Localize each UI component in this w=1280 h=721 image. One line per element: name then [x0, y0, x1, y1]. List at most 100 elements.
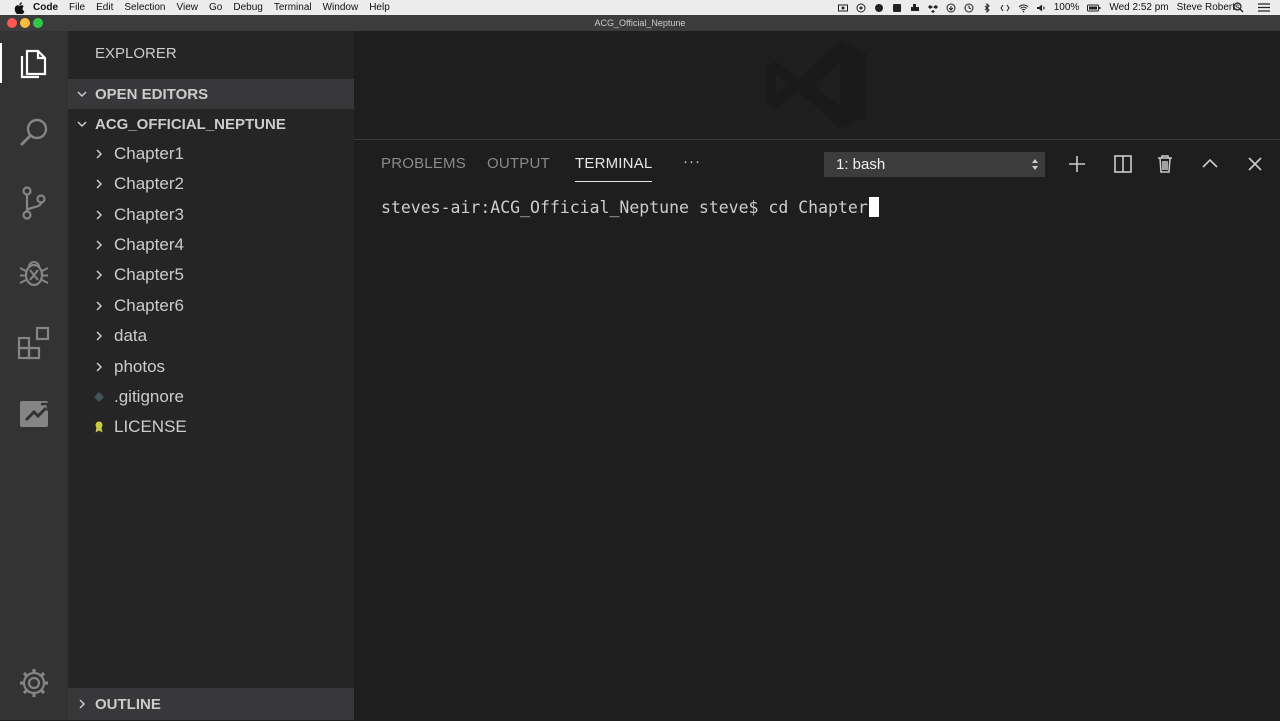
cloud-icon[interactable]	[946, 3, 956, 13]
wifi-icon[interactable]	[1018, 3, 1029, 13]
extensions-icon[interactable]	[16, 325, 52, 361]
menubar-user[interactable]: Steve Roberts	[1177, 2, 1240, 13]
menu-debug[interactable]: Debug	[233, 2, 262, 13]
apple-icon[interactable]	[13, 1, 25, 14]
terminal-selector-value: 1: bash	[836, 156, 886, 173]
outline-section-header[interactable]: OUTLINE	[68, 688, 354, 720]
menu-file[interactable]: File	[69, 2, 85, 13]
tree-item-label: Chapter2	[114, 174, 184, 193]
terminal-panel: PROBLEMS OUTPUT TERMINAL ··· 1: bash ste…	[354, 139, 1280, 721]
vscode-logo-watermark	[766, 41, 866, 129]
window-zoom-button[interactable]	[33, 18, 43, 28]
window-title-bar: ACG_Official_Neptune	[0, 15, 1280, 31]
remote-icon[interactable]	[16, 395, 52, 431]
explorer-sidebar: EXPLORER OPEN EDITORS ACG_OFFICIAL_NEPTU…	[68, 31, 354, 720]
editor-area[interactable]	[354, 31, 1280, 138]
chevron-down-icon	[77, 91, 87, 98]
menu-edit[interactable]: Edit	[96, 2, 113, 13]
menu-selection[interactable]: Selection	[124, 2, 165, 13]
tree-item-chapter4[interactable]: Chapter4	[68, 230, 354, 260]
tree-item-license[interactable]: LICENSE	[68, 412, 354, 442]
status-menu-area: 100% Wed 2:52 pm Steve Roberts	[837, 2, 1280, 13]
tree-item-label: Chapter6	[114, 296, 184, 315]
window-minimize-button[interactable]	[20, 18, 30, 28]
tree-item-label: Chapter4	[114, 235, 184, 254]
battery-percent: 100%	[1053, 2, 1080, 13]
chevron-right-icon	[93, 209, 105, 221]
screen-record-icon[interactable]	[837, 3, 848, 13]
folder-label: ACG_OFFICIAL_NEPTUNE	[95, 115, 286, 133]
tree-item-label: photos	[114, 357, 166, 376]
menu-help[interactable]: Help	[369, 2, 390, 13]
tree-item-label: .gitignore	[114, 387, 184, 406]
chevron-right-icon	[93, 330, 105, 342]
bluetooth-app-icon[interactable]	[892, 3, 902, 13]
battery-icon[interactable]	[1087, 3, 1101, 13]
folder-section-header[interactable]: ACG_OFFICIAL_NEPTUNE	[68, 109, 354, 139]
tree-item-gitignore[interactable]: .gitignore	[68, 382, 354, 412]
settings-gear-icon[interactable]	[16, 665, 52, 701]
tree-item-chapter1[interactable]: Chapter1	[68, 139, 354, 169]
tab-output[interactable]: OUTPUT	[487, 155, 550, 172]
tree-item-label: data	[114, 326, 148, 345]
tree-item-label: LICENSE	[114, 417, 187, 436]
chevron-right-icon	[93, 178, 105, 190]
spotlight-search-icon[interactable]	[1233, 2, 1244, 13]
terminal-cursor	[868, 197, 879, 217]
source-control-icon[interactable]	[16, 185, 52, 221]
more-actions-icon[interactable]: ···	[683, 153, 701, 170]
bear-icon[interactable]	[874, 3, 884, 13]
notification-center-icon[interactable]	[1258, 3, 1270, 12]
tab-terminal[interactable]: TERMINAL	[575, 155, 653, 182]
open-editors-section-header[interactable]: OPEN EDITORS	[68, 79, 354, 109]
tree-item-label: Chapter5	[114, 265, 184, 284]
sidebar-title: EXPLORER	[95, 45, 177, 62]
activity-bar	[0, 31, 68, 720]
dropbox-icon[interactable]	[927, 3, 938, 13]
terminal-output[interactable]: steves-air:ACG_Official_Neptune steve$ c…	[381, 197, 879, 217]
docker-icon[interactable]	[910, 3, 920, 13]
tab-problems[interactable]: PROBLEMS	[381, 155, 466, 172]
tree-item-chapter2[interactable]: Chapter2	[68, 169, 354, 199]
camera-icon[interactable]	[856, 3, 866, 13]
explorer-icon[interactable]	[0, 43, 52, 83]
chevron-right-icon	[93, 269, 105, 281]
menu-view[interactable]: View	[177, 2, 199, 13]
window-title: ACG_Official_Neptune	[594, 18, 686, 28]
code-brackets-icon[interactable]	[1000, 3, 1010, 13]
time-machine-icon[interactable]	[964, 3, 974, 13]
tree-item-photos[interactable]: photos	[68, 352, 354, 382]
tree-item-label: Chapter1	[114, 144, 184, 163]
chevron-right-icon	[93, 300, 105, 312]
chevron-right-icon	[79, 699, 86, 709]
chevron-down-icon	[77, 121, 87, 128]
window-close-button[interactable]	[7, 18, 17, 28]
volume-icon[interactable]	[1036, 3, 1046, 13]
tree-item-data[interactable]: data	[68, 321, 354, 351]
debug-icon[interactable]	[16, 255, 52, 291]
menubar-clock[interactable]: Wed 2:52 pm	[1109, 2, 1168, 13]
open-editors-label: OPEN EDITORS	[95, 85, 209, 103]
menu-terminal[interactable]: Terminal	[274, 2, 312, 13]
chevron-right-icon	[93, 148, 105, 160]
menu-go[interactable]: Go	[209, 2, 222, 13]
tree-item-chapter6[interactable]: Chapter6	[68, 291, 354, 321]
terminal-selector-dropdown[interactable]: 1: bash	[824, 152, 1045, 177]
search-icon[interactable]	[16, 115, 52, 151]
bluetooth-icon[interactable]	[982, 2, 992, 13]
add-terminal-icon[interactable]	[1066, 153, 1088, 175]
trash-icon[interactable]	[1154, 153, 1176, 175]
split-terminal-icon[interactable]	[1112, 153, 1134, 175]
git-file-icon	[93, 391, 105, 403]
tree-item-chapter3[interactable]: Chapter3	[68, 200, 354, 230]
tree-item-chapter5[interactable]: Chapter5	[68, 260, 354, 290]
macos-menu-bar: Code File Edit Selection View Go Debug T…	[0, 0, 1280, 15]
terminal-line: steves-air:ACG_Official_Neptune steve$ c…	[381, 197, 868, 217]
menu-app-code[interactable]: Code	[33, 2, 58, 13]
maximize-panel-icon[interactable]	[1199, 153, 1221, 175]
menu-window[interactable]: Window	[323, 2, 359, 13]
close-panel-icon[interactable]	[1244, 153, 1266, 175]
chevron-right-icon	[93, 239, 105, 251]
license-file-icon	[93, 421, 105, 433]
outline-label: OUTLINE	[95, 695, 161, 713]
